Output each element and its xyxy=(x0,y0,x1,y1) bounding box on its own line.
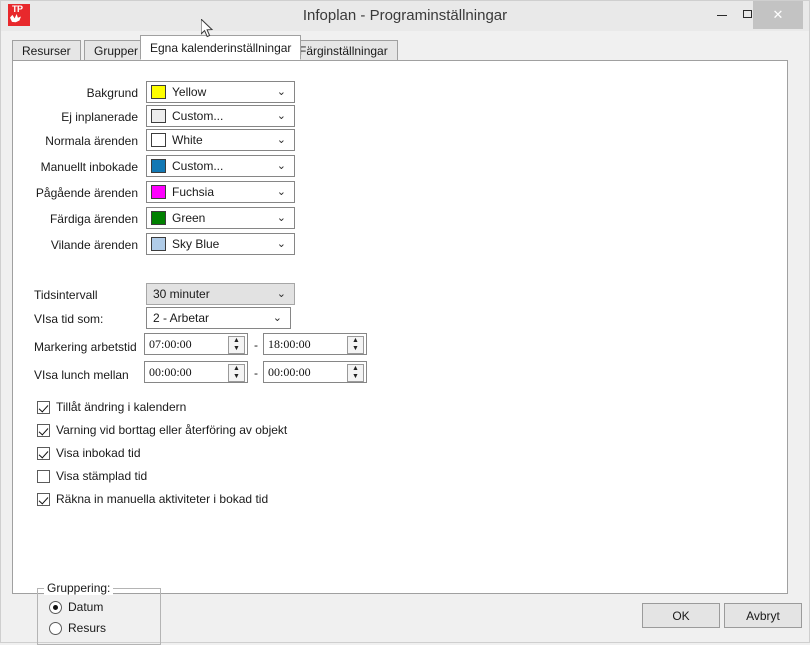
color-swatch-bakgrund xyxy=(151,85,166,99)
label-manuellt-inbokade: Manuellt inbokade xyxy=(40,160,138,174)
chevron-down-icon: ⌄ xyxy=(276,238,286,250)
spinner-buttons-lunch-from[interactable]: ▲ ▼ xyxy=(228,364,245,382)
radio-label: Datum xyxy=(68,600,104,614)
chevron-down-icon: ⌄ xyxy=(276,288,286,300)
spin-down-icon[interactable]: ▼ xyxy=(229,373,244,381)
label-visa-tid-som: VIsa tid som: xyxy=(34,312,104,326)
color-swatch-manuellt-inbokade xyxy=(151,159,166,173)
checkbox-box[interactable] xyxy=(37,401,50,414)
spin-down-icon[interactable]: ▼ xyxy=(229,345,244,353)
cancel-button[interactable]: Avbryt xyxy=(724,603,802,628)
combo-value-manuellt-inbokade: Custom... xyxy=(172,159,224,173)
spin-up-icon[interactable]: ▲ xyxy=(348,337,363,345)
combo-value-normala-arenden: White xyxy=(172,133,203,147)
label-normala-arenden: Normala ärenden xyxy=(45,134,138,148)
label-bakgrund: Bakgrund xyxy=(86,86,138,100)
range-separator-arbetstid: - xyxy=(254,338,258,352)
spin-value-lunch-to: 00:00:00 xyxy=(268,365,311,379)
spin-up-icon[interactable]: ▲ xyxy=(229,337,244,345)
chevron-down-icon: ⌄ xyxy=(276,160,286,172)
checkbox-label: Visa inbokad tid xyxy=(56,446,141,460)
spin-value-arbetstid-from: 07:00:00 xyxy=(149,337,192,351)
checkbox-box[interactable] xyxy=(37,493,50,506)
combo-ej-inplanerade[interactable]: Custom... ⌄ xyxy=(146,105,295,127)
spinner-buttons-lunch-to[interactable]: ▲ ▼ xyxy=(347,364,364,382)
checkbox-box[interactable] xyxy=(37,470,50,483)
spin-up-icon[interactable]: ▲ xyxy=(229,365,244,373)
combo-value-visa-tid-som: 2 - Arbetar xyxy=(153,311,210,325)
spin-down-icon[interactable]: ▼ xyxy=(348,373,363,381)
checkbox-box[interactable] xyxy=(37,424,50,437)
tab-page-egna-kalenderinstallningar: Bakgrund Yellow ⌄ Ej inplanerade Custom.… xyxy=(12,60,788,645)
combo-value-pagaende-arenden: Fuchsia xyxy=(172,185,215,199)
close-icon: ✕ xyxy=(772,7,784,22)
color-swatch-ej-inplanerade xyxy=(151,109,166,123)
checkbox-box[interactable] xyxy=(37,447,50,460)
tp-logo-icon: TP xyxy=(8,4,30,26)
checkbox-label: Varning vid borttag eller återföring av … xyxy=(56,423,288,437)
label-tidsintervall: Tidsintervall xyxy=(34,288,98,302)
combo-value-vilande-arenden: Sky Blue xyxy=(172,237,220,251)
label-visa-lunch-mellan: VIsa lunch mellan xyxy=(34,368,129,382)
grouping-legend: Gruppering: xyxy=(44,581,114,595)
tab-strip: Resurser Grupper Egna kalenderinställnin… xyxy=(12,35,788,61)
spin-down-icon[interactable]: ▼ xyxy=(348,345,363,353)
ok-button[interactable]: OK xyxy=(642,603,720,628)
combo-tidsintervall[interactable]: 30 minuter ⌄ xyxy=(146,283,295,305)
tab-egna-kalenderinstallningar[interactable]: Egna kalenderinställningar xyxy=(140,35,302,60)
spin-up-icon[interactable]: ▲ xyxy=(348,365,363,373)
combo-manuellt-inbokade[interactable]: Custom... ⌄ xyxy=(146,155,295,177)
tp-logo-text: TP xyxy=(12,4,23,14)
title-bar: TP Infoplan - Programinställningar ✕ xyxy=(1,1,809,31)
color-swatch-vilande-arenden xyxy=(151,237,166,251)
checkbox-label: Tillåt ändring i kalendern xyxy=(56,400,187,414)
chevron-down-icon: ⌄ xyxy=(276,186,286,198)
chevron-down-icon: ⌄ xyxy=(276,110,286,122)
label-fardiga-arenden: Färdiga ärenden xyxy=(49,212,138,226)
maximize-icon xyxy=(742,10,752,18)
close-button[interactable]: ✕ xyxy=(753,1,803,29)
tab-farginstallningar[interactable]: Färginställningar xyxy=(289,40,398,61)
color-swatch-pagaende-arenden xyxy=(151,185,166,199)
combo-visa-tid-som[interactable]: 2 - Arbetar ⌄ xyxy=(146,307,291,329)
tab-grupper[interactable]: Grupper xyxy=(84,40,149,61)
window-title: Infoplan - Programinställningar xyxy=(302,7,508,24)
range-separator-lunch: - xyxy=(254,366,258,380)
dialog-window: TP Infoplan - Programinställningar ✕ Res… xyxy=(0,0,810,645)
chevron-down-icon: ⌄ xyxy=(272,312,282,324)
radio-box[interactable] xyxy=(49,601,62,614)
color-swatch-fardiga-arenden xyxy=(151,211,166,225)
label-pagaende-arenden: Pågående ärenden xyxy=(35,186,138,200)
combo-value-tidsintervall: 30 minuter xyxy=(153,287,210,301)
color-swatch-normala-arenden xyxy=(151,133,166,147)
spin-lunch-from[interactable]: 00:00:00 ▲ ▼ xyxy=(144,361,248,383)
spinner-buttons-arbetstid-to[interactable]: ▲ ▼ xyxy=(347,336,364,354)
combo-value-ej-inplanerade: Custom... xyxy=(172,109,224,123)
spin-value-arbetstid-to: 18:00:00 xyxy=(268,337,311,351)
combo-fardiga-arenden[interactable]: Green ⌄ xyxy=(146,207,295,229)
combo-value-bakgrund: Yellow xyxy=(172,85,207,99)
label-markering-arbetstid: Markering arbetstid xyxy=(34,340,137,354)
spin-value-lunch-from: 00:00:00 xyxy=(149,365,192,379)
chevron-down-icon: ⌄ xyxy=(276,86,286,98)
spinner-buttons-arbetstid-from[interactable]: ▲ ▼ xyxy=(228,336,245,354)
chevron-down-icon: ⌄ xyxy=(276,134,286,146)
spin-arbetstid-from[interactable]: 07:00:00 ▲ ▼ xyxy=(144,333,248,355)
radio-box[interactable] xyxy=(49,622,62,635)
label-vilande-arenden: Vilande ärenden xyxy=(50,238,138,252)
combo-pagaende-arenden[interactable]: Fuchsia ⌄ xyxy=(146,181,295,203)
tab-resurser[interactable]: Resurser xyxy=(12,40,81,61)
checkbox-label: Räkna in manuella aktiviteter i bokad ti… xyxy=(56,492,269,506)
chevron-down-icon: ⌄ xyxy=(276,212,286,224)
combo-value-fardiga-arenden: Green xyxy=(172,211,206,225)
radio-label: Resurs xyxy=(68,621,107,635)
spin-lunch-to[interactable]: 00:00:00 ▲ ▼ xyxy=(263,361,367,383)
spin-arbetstid-to[interactable]: 18:00:00 ▲ ▼ xyxy=(263,333,367,355)
combo-normala-arenden[interactable]: White ⌄ xyxy=(146,129,295,151)
combo-vilande-arenden[interactable]: Sky Blue ⌄ xyxy=(146,233,295,255)
checkbox-label: Visa stämplad tid xyxy=(56,469,148,483)
tp-logo-splat xyxy=(10,14,21,23)
combo-bakgrund[interactable]: Yellow ⌄ xyxy=(146,81,295,103)
label-ej-inplanerade: Ej inplanerade xyxy=(61,110,138,124)
